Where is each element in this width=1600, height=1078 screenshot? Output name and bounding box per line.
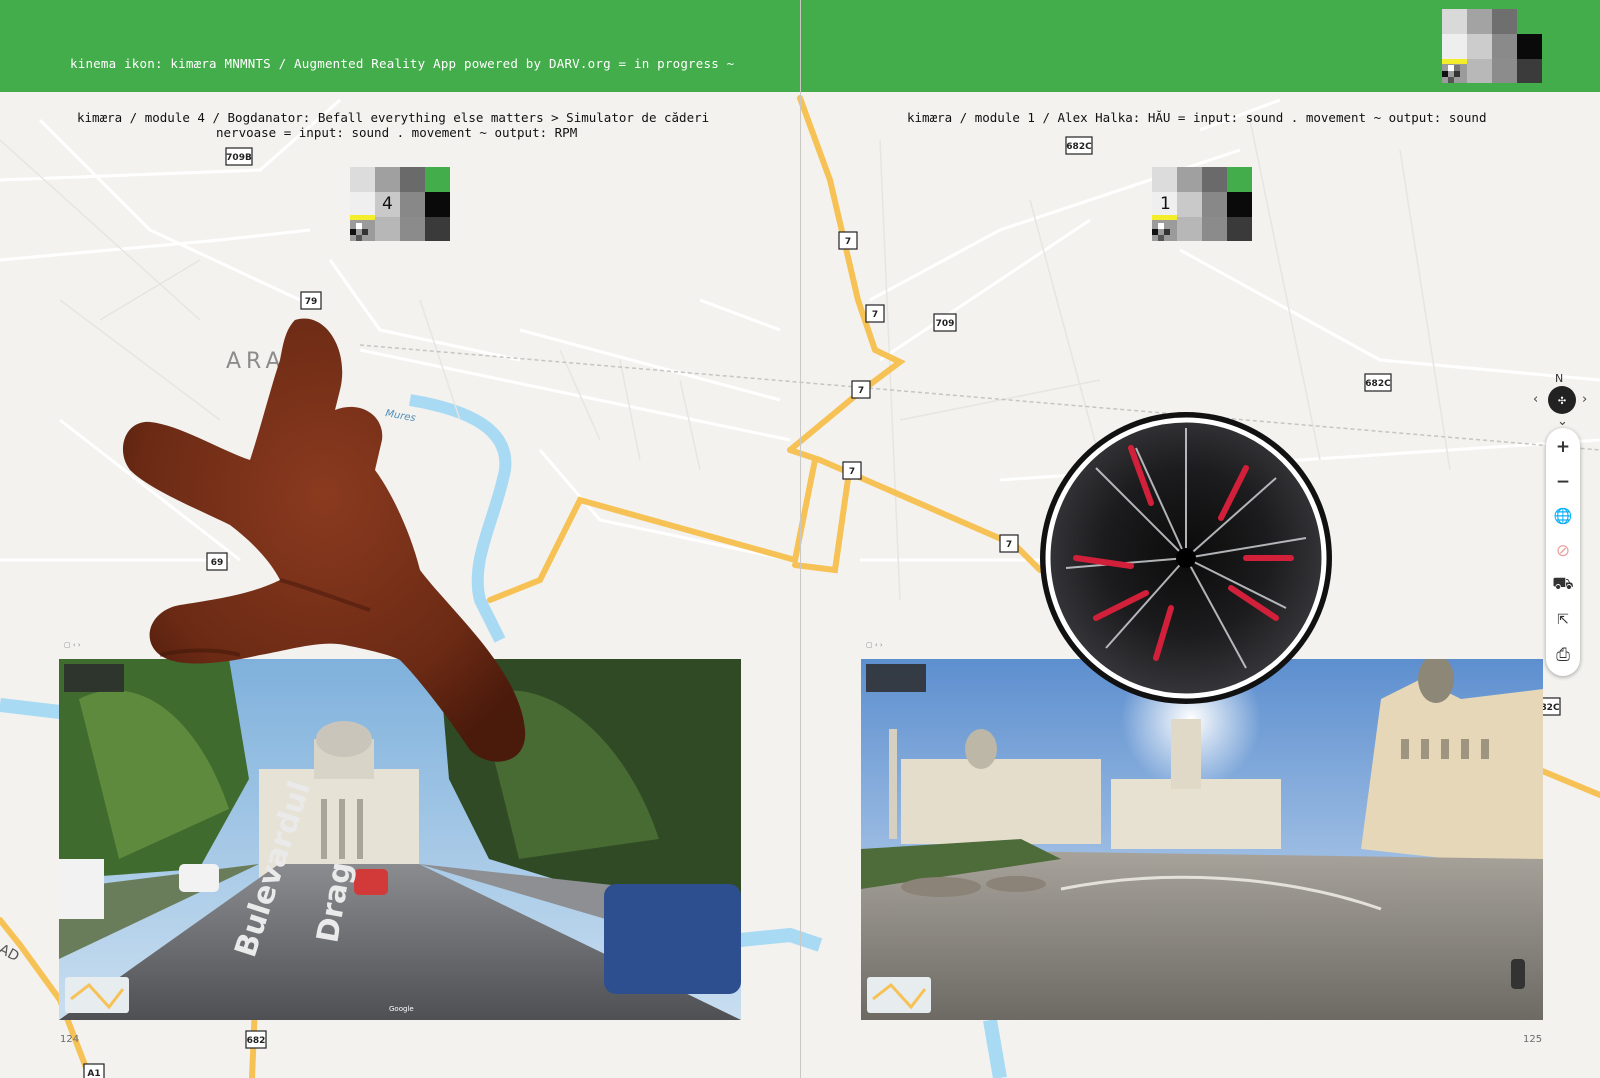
- module-4-number: 4: [382, 194, 393, 214]
- left-caption-2: nervoase = input: sound . movement ~ out…: [216, 125, 577, 140]
- compass-rotate-left-icon[interactable]: ‹: [1533, 392, 1538, 407]
- globe-icon[interactable]: 🌐: [1546, 499, 1580, 533]
- left-page-number: 124: [60, 1034, 80, 1045]
- road-shield-7-e: 7: [1006, 540, 1012, 550]
- right-street-view-toolbar[interactable]: ▢ ‹ ›: [866, 641, 883, 649]
- right-caption: kimæra / module 1 / Alex Halka: HĂU = in…: [907, 110, 1487, 125]
- right-street-view[interactable]: [861, 659, 1543, 1020]
- kimaera-pixel-logo: [1442, 9, 1542, 83]
- compass-disc-icon[interactable]: ✣: [1548, 386, 1576, 414]
- right-page-number: 125: [1523, 1034, 1543, 1045]
- zoom-out-icon[interactable]: −: [1546, 465, 1580, 499]
- header-title: kinema ikon: kimæra MNMNTS / Augmented R…: [70, 56, 735, 71]
- right-street-view-image: [861, 659, 1543, 1020]
- road-shield-a1: A1: [87, 1069, 100, 1078]
- share-icon[interactable]: ⇱: [1546, 603, 1580, 637]
- module-1-number: 1: [1160, 194, 1171, 214]
- road-shield-7-d: 7: [849, 467, 855, 477]
- left-caption-line-1: kimæra / module 4 / Bogdanator: Befall e…: [77, 110, 710, 125]
- road-shield-682c-top: 682C: [1066, 142, 1092, 152]
- road-shield-709b: 709B: [226, 153, 252, 163]
- layers-off-icon[interactable]: ⊘: [1546, 534, 1580, 568]
- road-shield-7-a: 7: [845, 237, 851, 247]
- road-shield-7-b: 7: [872, 310, 878, 320]
- zoom-in-icon[interactable]: +: [1546, 430, 1580, 464]
- compass-north-label: N: [1555, 372, 1564, 385]
- fur-hand-sculpture: [122, 318, 526, 762]
- compass-rotate-right-icon[interactable]: ›: [1582, 392, 1587, 407]
- road-shield-682c-right: 682C: [1365, 379, 1391, 389]
- directions-car-icon[interactable]: ⛟: [1546, 568, 1580, 602]
- compass-tilt-icon[interactable]: ⌄: [1557, 414, 1568, 429]
- left-street-view-watermark: Google: [389, 1005, 414, 1013]
- left-caption: kimæra / module 4 / Bogdanator: Befall e…: [77, 110, 709, 125]
- road-shield-79: 79: [305, 297, 318, 307]
- left-caption-line-2: nervoase = input: sound . movement ~ out…: [216, 125, 578, 140]
- page-gutter: [800, 0, 801, 1078]
- road-shield-7-c: 7: [858, 386, 864, 396]
- road-shield-682: 682: [247, 1036, 266, 1046]
- hau-tunnel-sphere: [1040, 412, 1332, 704]
- left-street-view-toolbar[interactable]: ▢ ‹ ›: [64, 641, 81, 649]
- module-4-tile: [350, 167, 450, 241]
- road-shield-82c: 82C: [1540, 703, 1560, 713]
- print-icon[interactable]: ⎙: [1546, 638, 1580, 672]
- map-control-bar: + − 🌐 ⊘ ⛟ ⇱ ⎙: [1546, 428, 1580, 676]
- road-shield-709: 709: [936, 319, 955, 329]
